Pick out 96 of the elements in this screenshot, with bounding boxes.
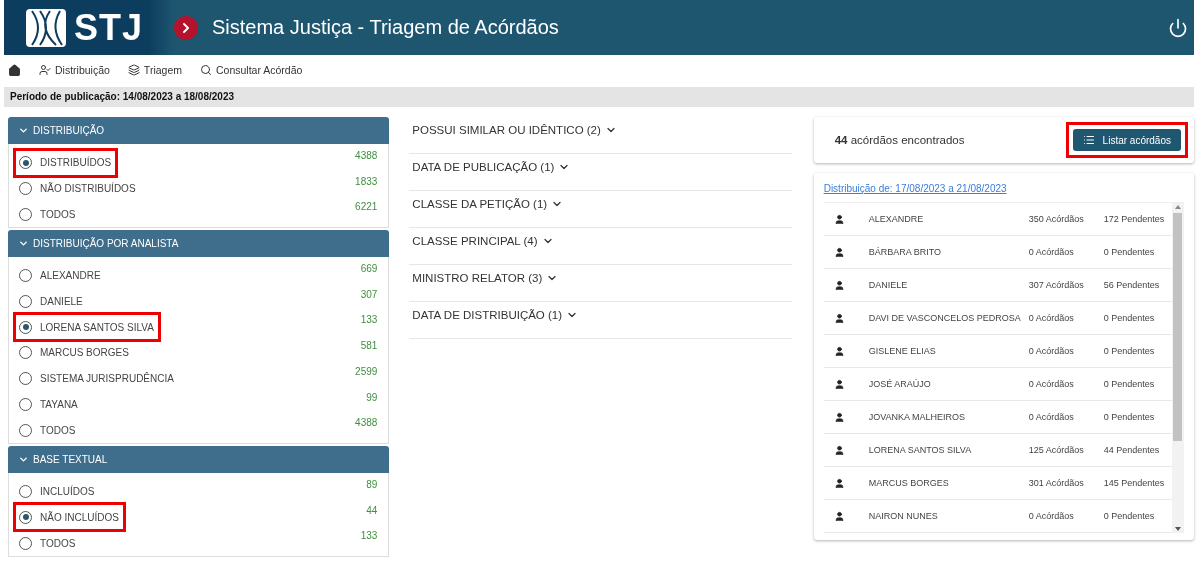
scroll-down-icon[interactable]: [1175, 527, 1181, 531]
acordaos-count: 350 Acórdãos: [1028, 214, 1085, 224]
analyst-name: DANIELE: [868, 280, 909, 290]
acordaos-count: 301 Acórdãos: [1028, 478, 1085, 488]
radio-option[interactable]: ALEXANDRE: [16, 263, 105, 288]
logo-text: STJ: [74, 6, 144, 49]
user-icon: [833, 477, 845, 489]
option-count: 307: [360, 288, 378, 300]
acordaos-count: 0 Acórdãos: [1028, 247, 1075, 257]
user-icon: [833, 378, 845, 390]
option-count: 669: [360, 263, 378, 275]
analyst-name: LORENA SANTOS SILVA: [868, 445, 973, 455]
option-count: 4388: [355, 150, 378, 161]
radio-option[interactable]: NÃO DISTRIBUÍDOS: [16, 176, 140, 201]
acordaos-count: 0 Acórdãos: [1028, 346, 1075, 356]
scrollbar[interactable]: [1172, 203, 1184, 533]
radio-option[interactable]: DISTRIBUÍDOS: [16, 150, 116, 175]
user-icon: [833, 411, 845, 423]
result-count: 44 acórdãos encontrados: [834, 134, 965, 146]
user-check-icon: [39, 64, 51, 76]
chevron-right-icon: [174, 15, 198, 40]
option-count: 89: [366, 478, 378, 490]
radio-option[interactable]: TODOS: [16, 531, 80, 556]
analyst-name: JOSÉ ARAÚJO: [868, 379, 932, 389]
acordaos-count: 0 Acórdãos: [1028, 412, 1075, 422]
radio-option[interactable]: TODOS: [16, 418, 80, 443]
option-count: 2599: [355, 365, 378, 377]
user-icon: [833, 444, 845, 456]
analyst-name: NAIRON NUNES: [868, 511, 939, 521]
pending-count: 0 Pendentes: [1103, 247, 1156, 257]
user-icon: [833, 213, 845, 225]
nav-link[interactable]: Distribuição: [39, 64, 110, 76]
search-icon: [200, 64, 212, 76]
pending-count: 0 Pendentes: [1103, 346, 1156, 356]
radio-option[interactable]: MARCUS BORGES: [16, 340, 133, 365]
facet-toggle[interactable]: POSSUI SIMILAR OU IDÊNTICO (2): [409, 117, 792, 154]
radio-option[interactable]: LORENA SANTOS SILVA: [16, 315, 158, 340]
pending-count: 0 Pendentes: [1103, 412, 1156, 422]
analyst-name: JOVANKA MALHEIROS: [868, 412, 966, 422]
option-count: 133: [360, 314, 378, 326]
acordaos-count: 125 Acórdãos: [1028, 445, 1085, 455]
pending-count: 0 Pendentes: [1103, 313, 1156, 323]
list-icon: [1082, 134, 1095, 146]
pending-count: 0 Pendentes: [1103, 511, 1156, 521]
acordaos-count: 307 Acórdãos: [1028, 280, 1085, 290]
option-count: 133: [360, 530, 378, 542]
pending-count: 56 Pendentes: [1103, 280, 1161, 290]
layers-icon: [127, 64, 140, 76]
analyst-name: BÁRBARA BRITO: [868, 247, 942, 257]
analyst-name: DAVI DE VASCONCELOS PEDROSA: [868, 313, 1022, 323]
option-count: 581: [360, 340, 378, 352]
user-icon: [833, 312, 845, 324]
scroll-up-icon[interactable]: [1175, 205, 1181, 209]
user-icon: [833, 345, 845, 357]
acordaos-count: 0 Acórdãos: [1028, 511, 1075, 521]
analyst-name: GISLENE ELIAS: [868, 346, 937, 356]
facet-toggle[interactable]: CLASSE PRINCIPAL (4): [409, 228, 792, 265]
option-count: 4388: [355, 417, 378, 429]
radio-option[interactable]: DANIELE: [16, 289, 87, 314]
pending-count: 44 Pendentes: [1103, 445, 1161, 455]
home-icon[interactable]: [8, 63, 21, 77]
option-count: 99: [366, 391, 378, 403]
radio-option[interactable]: TAYANA: [16, 392, 82, 417]
option-count: 1833: [355, 175, 378, 187]
pending-count: 172 Pendentes: [1103, 214, 1166, 224]
acordaos-count: 0 Acórdãos: [1028, 379, 1075, 389]
radio-option[interactable]: NÃO INCLUÍDOS: [16, 505, 123, 530]
user-icon: [833, 246, 845, 258]
chevron-down-icon: [18, 125, 29, 136]
group-header[interactable]: DISTRIBUIÇÃO POR ANALISTA: [8, 230, 390, 258]
user-icon: [833, 510, 845, 522]
facet-toggle[interactable]: MINISTRO RELATOR (3): [409, 265, 792, 302]
user-icon: [833, 279, 845, 291]
period-bar: Período de publicação: 14/08/2023 a 18/08/2023: [4, 87, 1194, 107]
facet-toggle[interactable]: DATA DE DISTRIBUIÇÃO (1): [409, 302, 792, 339]
nav-link[interactable]: Triagem: [127, 64, 182, 76]
group-header[interactable]: DISTRIBUIÇÃO: [8, 117, 390, 144]
radio-option[interactable]: TODOS: [16, 202, 80, 227]
radio-option[interactable]: SISTEMA JURISPRUDÊNCIA: [16, 366, 178, 391]
analyst-name: ALEXANDRE: [868, 214, 925, 224]
distribution-link[interactable]: Distribuição de: 17/08/2023 a 21/08/2023: [823, 183, 1007, 194]
scroll-thumb[interactable]: [1173, 213, 1183, 441]
analyst-name: MARCUS BORGES: [868, 478, 950, 488]
radio-option[interactable]: INCLUÍDOS: [16, 479, 99, 504]
acordaos-count: 0 Acórdãos: [1028, 313, 1075, 323]
option-count: 44: [366, 504, 378, 516]
pending-count: 0 Pendentes: [1103, 379, 1156, 389]
logo-icon: [26, 8, 66, 47]
list-button[interactable]: Listar acórdãos: [1072, 129, 1181, 151]
option-count: 6221: [355, 201, 378, 213]
nav-link[interactable]: Consultar Acórdão: [200, 64, 303, 76]
group-header[interactable]: BASE TEXTUAL: [8, 445, 390, 473]
facet-toggle[interactable]: CLASSE DA PETIÇÃO (1): [409, 191, 792, 228]
facet-toggle[interactable]: DATA DE PUBLICAÇÃO (1): [409, 154, 792, 191]
pending-count: 145 Pendentes: [1103, 478, 1166, 488]
app-title: Sistema Justiça - Triagem de Acórdãos: [212, 16, 560, 39]
